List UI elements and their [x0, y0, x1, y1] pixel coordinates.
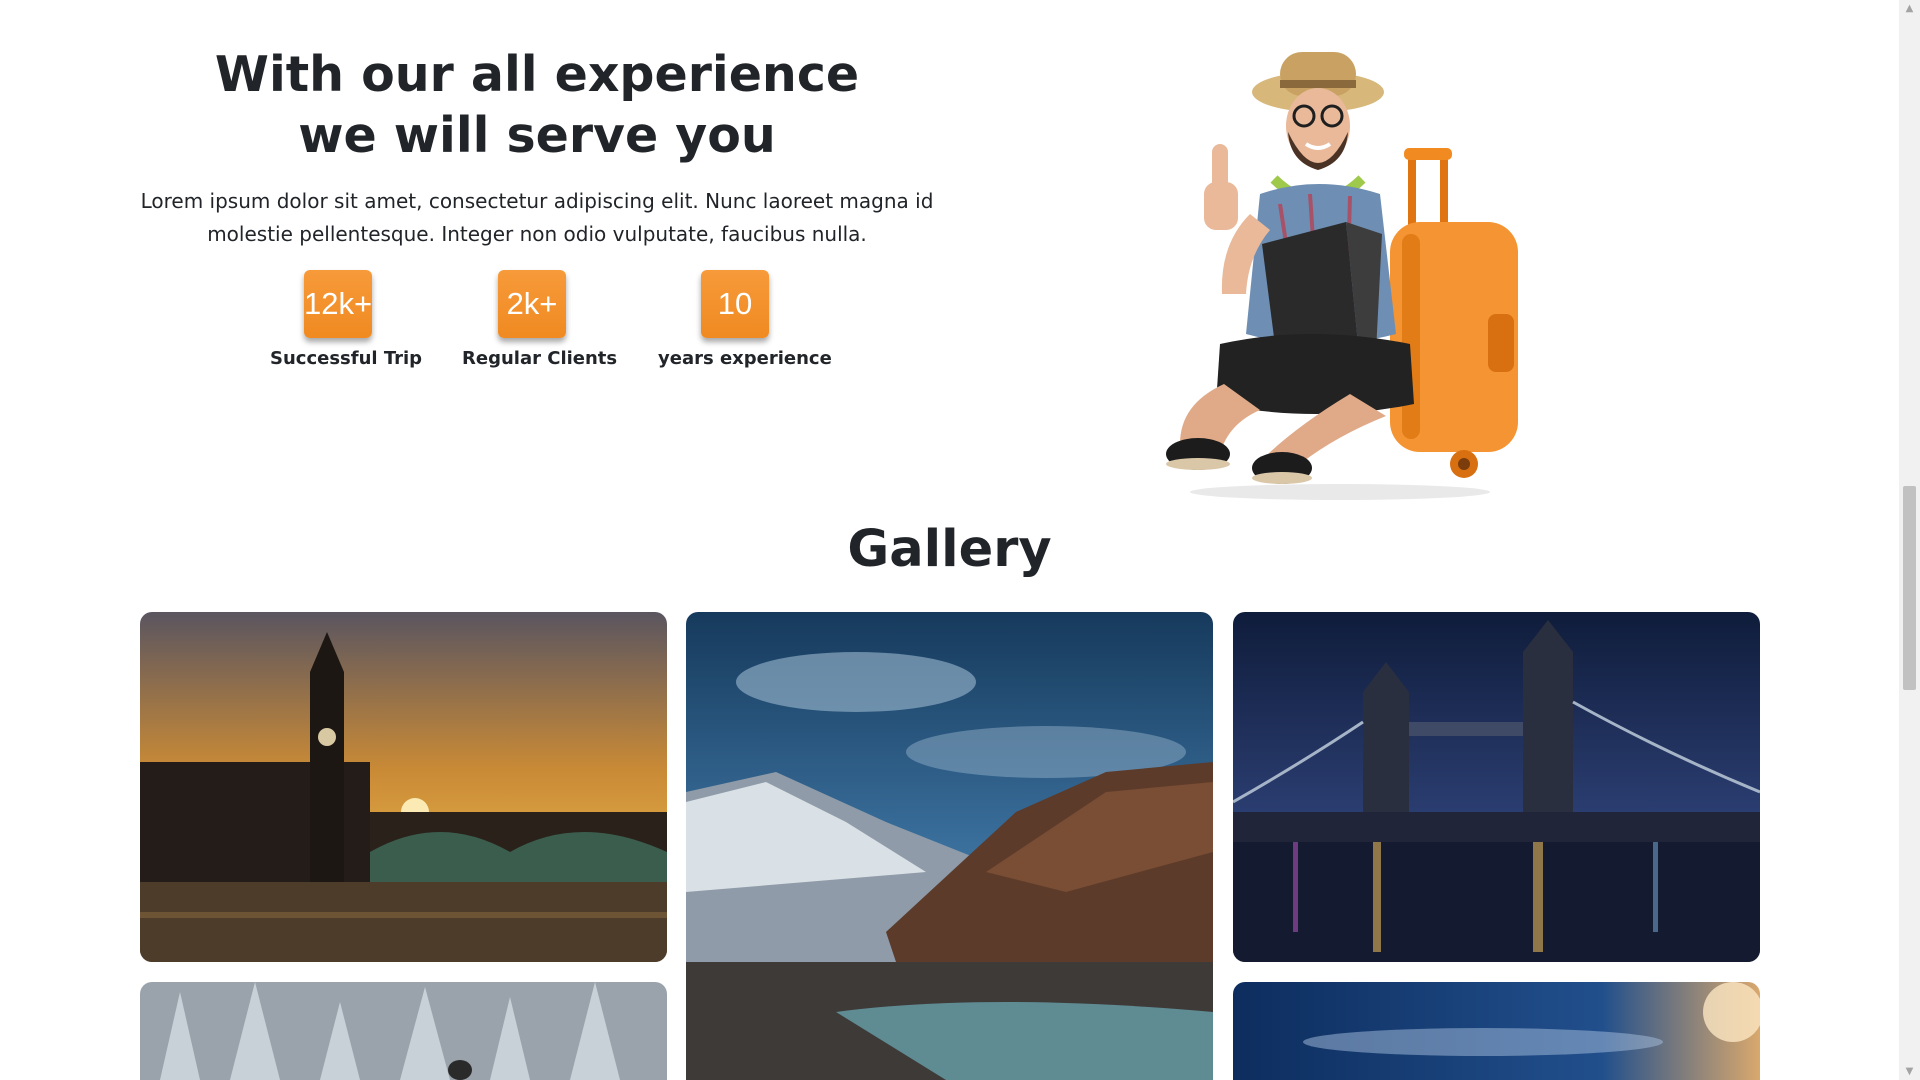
gallery-image-mountain-river[interactable] [686, 612, 1213, 1080]
stat-successful-trip: 12k+ Successful Trip [270, 270, 423, 369]
stat-label: Regular Clients [462, 348, 618, 369]
stat-years-experience: 10 years experience [658, 270, 832, 369]
experience-description: Lorem ipsum dolor sit amet, consectetur … [140, 185, 934, 251]
experience-description-line-1: Lorem ipsum dolor sit amet, consectetur … [140, 189, 934, 213]
experience-description-line-2: molestie pellentesque. Integer non odio … [207, 222, 867, 246]
scrollbar[interactable]: ▲ ▼ [1899, 0, 1920, 1080]
stat-value: 12k+ [304, 270, 372, 338]
experience-title-line-2: we will serve you [298, 107, 776, 164]
stat-label: Successful Trip [270, 348, 423, 369]
stat-label: years experience [658, 348, 832, 369]
traveler-image [1166, 52, 1518, 500]
stat-regular-clients: 2k+ Regular Clients [462, 270, 618, 369]
stat-value: 10 [701, 270, 769, 338]
scroll-up-arrow-icon[interactable]: ▲ [1899, 0, 1920, 17]
gallery-image-snowy-forest[interactable] [140, 982, 667, 1080]
gallery-title: Gallery [847, 520, 1052, 579]
scroll-down-arrow-icon[interactable]: ▼ [1899, 1063, 1920, 1080]
scrollbar-thumb[interactable] [1903, 486, 1916, 690]
stat-value: 2k+ [498, 270, 566, 338]
gallery-image-sunset-clouds[interactable] [1233, 982, 1760, 1080]
page: With our all experience we will serve yo… [0, 0, 1899, 1080]
gallery-image-tower-bridge-night[interactable] [1233, 612, 1760, 962]
gallery-image-big-ben-sunset[interactable] [140, 612, 667, 962]
experience-title-line-1: With our all experience [214, 46, 860, 103]
experience-title: With our all experience we will serve yo… [140, 44, 934, 166]
